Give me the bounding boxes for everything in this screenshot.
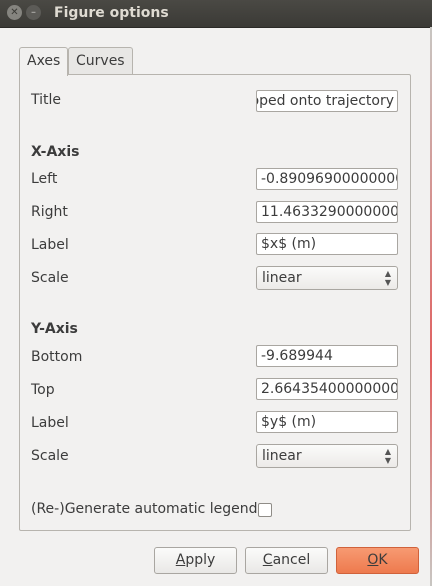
window-title: Figure options [54, 5, 169, 21]
y-axis-heading: Y-Axis [31, 321, 78, 337]
title-input[interactable]: pped onto trajectory [256, 90, 398, 112]
title-label: Title [31, 92, 62, 108]
title-bar: ✕ – Figure options [0, 0, 432, 28]
apply-mnemonic: A [175, 552, 186, 568]
x-right-input[interactable]: 11.46332900000000 [256, 201, 398, 223]
cancel-button[interactable]: Cancel [245, 547, 328, 574]
y-scale-label: Scale [31, 448, 69, 464]
y-scale-select[interactable]: linear ▲ ▼ [256, 444, 398, 468]
ok-button[interactable]: OK [336, 547, 419, 574]
y-bottom-label: Bottom [31, 349, 83, 365]
y-bottom-input[interactable]: -9.689944 [256, 345, 398, 367]
y-bottom-value: -9.689944 [261, 348, 333, 364]
y-top-input[interactable]: 2.664354000000001 [256, 378, 398, 400]
cancel-text-post: ancel [272, 552, 311, 568]
x-label-label: Label [31, 237, 69, 253]
y-top-value: 2.664354000000001 [261, 381, 398, 397]
close-icon[interactable]: ✕ [7, 5, 22, 20]
x-label-value: $x$ (m) [261, 236, 317, 252]
apply-button[interactable]: Apply [154, 547, 237, 574]
x-scale-select[interactable]: linear ▲ ▼ [256, 266, 398, 290]
y-top-label: Top [31, 382, 55, 398]
updown-arrows-icon: ▲ ▼ [384, 447, 391, 465]
ok-mnemonic: O [367, 552, 379, 568]
x-left-input[interactable]: -0.890969000000000 [256, 168, 398, 190]
x-left-value: -0.890969000000000 [261, 171, 398, 187]
x-scale-value: linear [262, 270, 302, 286]
x-left-label: Left [31, 171, 58, 187]
x-label-input[interactable]: $x$ (m) [256, 233, 398, 255]
apply-text-post: pply [185, 552, 216, 568]
tab-curves[interactable]: Curves [68, 47, 133, 75]
ok-text-post: K [378, 552, 388, 568]
title-input-value: pped onto trajectory [256, 93, 394, 109]
updown-arrows-icon: ▲ ▼ [384, 269, 391, 287]
y-scale-value: linear [262, 448, 302, 464]
axes-panel: Title pped onto trajectory X-Axis Left -… [19, 74, 411, 531]
x-axis-heading: X-Axis [31, 144, 80, 160]
y-label-input[interactable]: $y$ (m) [256, 411, 398, 433]
x-right-label: Right [31, 204, 68, 220]
legend-checkbox[interactable] [258, 503, 272, 517]
x-right-value: 11.46332900000000 [261, 204, 398, 220]
legend-label: (Re-)Generate automatic legend [31, 501, 258, 517]
y-label-value: $y$ (m) [261, 414, 317, 430]
tab-axes[interactable]: Axes [19, 47, 69, 76]
x-scale-label: Scale [31, 270, 69, 286]
cancel-mnemonic: C [262, 552, 273, 568]
minimize-icon[interactable]: – [26, 5, 41, 20]
y-label-label: Label [31, 415, 69, 431]
